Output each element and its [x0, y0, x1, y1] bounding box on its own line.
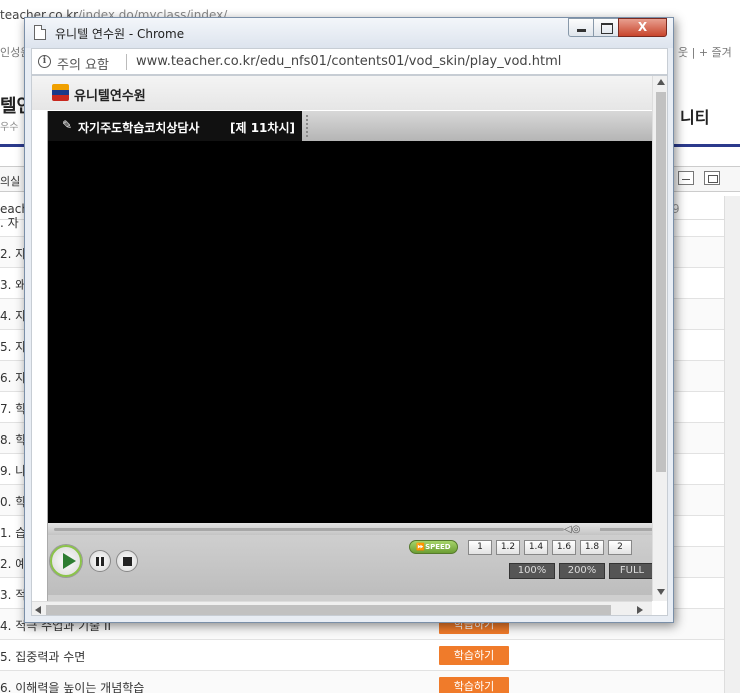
- speed-option-1[interactable]: 1: [468, 540, 492, 555]
- address-bar[interactable]: i 주의 요함 www.teacher.co.kr/edu_nfs01/cont…: [31, 48, 668, 75]
- zoom-full-button[interactable]: FULL: [609, 563, 655, 579]
- horizontal-scrollbar[interactable]: [32, 601, 652, 615]
- background-lesson-row: 6. 이해력을 높이는 개념학습 학습하기: [0, 671, 724, 693]
- video-screen[interactable]: [48, 141, 653, 523]
- background-lesson-title: 1. 습: [0, 526, 27, 540]
- background-lesson-title: 4. 자: [0, 309, 27, 323]
- background-lesson-title: . 자: [0, 216, 19, 230]
- zoom-100-button[interactable]: 100%: [509, 563, 555, 579]
- background-lesson-title: 3. 적: [0, 588, 27, 602]
- seek-track[interactable]: [54, 528, 564, 531]
- study-button[interactable]: 학습하기: [439, 646, 509, 665]
- address-divider: [126, 54, 127, 70]
- scroll-left-arrow-icon[interactable]: [35, 606, 41, 614]
- course-title: 자기주도학습코치상담사: [78, 121, 200, 135]
- background-lesson-title: 2. 자: [0, 247, 27, 261]
- background-classroom-tab[interactable]: 의실: [0, 173, 20, 189]
- speed-option-1-8[interactable]: 1.8: [580, 540, 604, 555]
- vertical-scroll-thumb[interactable]: [656, 92, 666, 472]
- speed-option-1-4[interactable]: 1.4: [524, 540, 548, 555]
- background-lesson-title: 2. 예: [0, 557, 27, 571]
- speed-option-2[interactable]: 2: [608, 540, 632, 555]
- pencil-icon: ✎: [62, 118, 73, 132]
- background-lesson-title: 7. 학: [0, 402, 27, 416]
- window-title: 유니텔 연수원 - Chrome: [55, 27, 185, 41]
- background-nav-community[interactable]: 니티: [680, 104, 709, 128]
- address-url[interactable]: www.teacher.co.kr/edu_nfs01/contents01/v…: [136, 54, 561, 69]
- info-icon[interactable]: i: [38, 55, 51, 68]
- maximize-icon[interactable]: [704, 171, 720, 185]
- unitel-logo-icon: [52, 84, 69, 101]
- window-close-button[interactable]: X: [618, 18, 667, 37]
- background-lesson-title: 5. 자: [0, 340, 27, 354]
- background-lesson-row: 5. 집중력과 수면 학습하기: [0, 640, 724, 671]
- vertical-scrollbar[interactable]: [652, 76, 667, 601]
- scroll-down-arrow-icon[interactable]: [657, 589, 665, 595]
- background-lesson-title: 6. 이해력을 높이는 개념학습: [0, 681, 145, 693]
- speed-option-1-2[interactable]: 1.2: [496, 540, 520, 555]
- lesson-number: [제 11차시]: [230, 121, 295, 135]
- background-lesson-title: 3. 왜: [0, 278, 27, 292]
- player-controls: ⏩SPEED 1 1.2 1.4 1.6 1.8 2 100% 200% FUL…: [48, 535, 655, 595]
- video-player: ✎ 자기주도학습코치상담사 [제 11차시] ◁◎ ⏩SPEED 1 1.2 1…: [47, 111, 655, 615]
- background-lesson-title: 8. 학: [0, 433, 27, 447]
- window-maximize-button[interactable]: [593, 18, 619, 37]
- page-content: 유니텔연수원 ✎ 자기주도학습코치상담사 [제 11차시] ◁◎ ⏩SPEED …: [31, 75, 668, 616]
- scroll-right-arrow-icon[interactable]: [637, 606, 643, 614]
- horizontal-scroll-thumb[interactable]: [46, 605, 611, 615]
- tab-grip-handle: [306, 115, 316, 137]
- background-scrollbar[interactable]: [724, 196, 740, 693]
- popup-window: 유니텔 연수원 - Chrome X i 주의 요함 www.teacher.c…: [24, 17, 674, 623]
- background-lesson-title: 0. 학: [0, 495, 27, 509]
- minimize-icon[interactable]: [678, 171, 694, 185]
- study-button[interactable]: 학습하기: [439, 677, 509, 693]
- background-lesson-title: 5. 집중력과 수면: [0, 650, 86, 664]
- page-icon: [34, 25, 46, 40]
- background-lesson-title: 9. 나: [0, 464, 27, 478]
- volume-slider[interactable]: [600, 528, 653, 531]
- site-logo-text: 유니텔연수원: [74, 89, 146, 104]
- course-tab[interactable]: ✎ 자기주도학습코치상담사 [제 11차시]: [48, 111, 302, 141]
- background-logo-subtext: 우수: [0, 122, 19, 133]
- pause-button[interactable]: [89, 550, 111, 572]
- speed-label: ⏩SPEED: [409, 540, 458, 554]
- window-minimize-button[interactable]: [568, 18, 594, 37]
- player-tab-bar: ✎ 자기주도학습코치상담사 [제 11차시]: [48, 111, 653, 141]
- background-top-right-links[interactable]: 웃 | + 즐겨: [678, 44, 732, 60]
- seek-bar[interactable]: ◁◎: [48, 523, 653, 535]
- background-lesson-title: 6. 자: [0, 371, 27, 385]
- security-status[interactable]: 주의 요함: [57, 54, 109, 73]
- volume-icon[interactable]: ◁◎: [564, 524, 580, 535]
- site-header: 유니텔연수원: [32, 76, 652, 110]
- play-button[interactable]: [50, 545, 82, 577]
- zoom-200-button[interactable]: 200%: [559, 563, 605, 579]
- window-title-bar[interactable]: 유니텔 연수원 - Chrome X: [25, 18, 673, 48]
- stop-button[interactable]: [116, 550, 138, 572]
- speed-option-1-6[interactable]: 1.6: [552, 540, 576, 555]
- scroll-up-arrow-icon[interactable]: [657, 79, 665, 85]
